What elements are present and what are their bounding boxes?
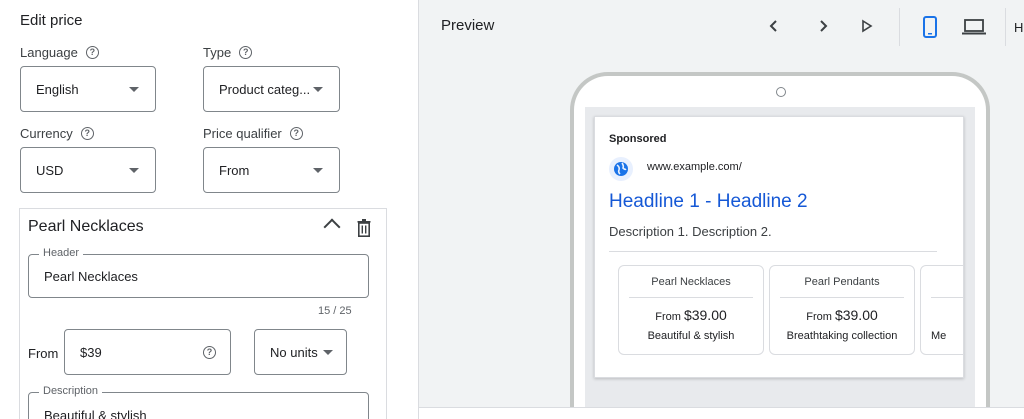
sitelink-card[interactable]: Pearl Necklaces From $39.00 Beautiful & … — [618, 265, 764, 355]
header-value: Pearl Necklaces — [44, 269, 138, 284]
price-value: $39 — [80, 345, 102, 360]
language-label-row: Language ? — [20, 45, 99, 60]
sitelink-qualifier: From — [806, 311, 832, 323]
language-select-value: English — [36, 81, 79, 97]
qualifier-label-row: Price qualifier ? — [203, 126, 303, 141]
language-select[interactable]: English — [20, 66, 156, 112]
sitelink-card[interactable]: Me — [920, 265, 963, 355]
currency-select[interactable]: USD — [20, 147, 156, 193]
price-input[interactable]: $39 ? — [64, 329, 231, 375]
divider — [931, 297, 963, 298]
currency-label-row: Currency ? — [20, 126, 94, 141]
ad-preview-card: Sponsored www.example.com/ Headline 1 - … — [594, 116, 964, 378]
language-label: Language — [20, 45, 78, 60]
dropdown-arrow-icon — [313, 168, 323, 173]
trash-icon[interactable] — [357, 219, 371, 237]
preview-footer — [419, 407, 1024, 419]
description-field[interactable]: Description Beautiful & stylish — [28, 385, 369, 419]
type-select[interactable]: Product categ... — [203, 66, 340, 112]
toolbar-divider — [1005, 8, 1006, 46]
price-item-title: Pearl Necklaces — [28, 218, 144, 235]
sitelink-qualifier: From — [655, 311, 681, 323]
price-qualifier-select[interactable]: From — [203, 147, 340, 193]
desktop-icon[interactable] — [962, 19, 986, 35]
phone-camera — [776, 87, 786, 97]
ad-description: Description 1. Description 2. — [609, 224, 772, 239]
description-legend: Description — [39, 385, 103, 397]
header-char-counter: 15 / 25 — [318, 305, 352, 317]
units-select[interactable]: No units — [254, 329, 347, 375]
header-legend: Header — [39, 247, 84, 259]
dropdown-arrow-icon — [129, 87, 139, 92]
type-label: Type — [203, 45, 232, 60]
sitelink-price: $39.00 — [834, 307, 878, 323]
chevron-left-icon[interactable] — [769, 18, 779, 34]
chevron-right-icon[interactable] — [818, 18, 828, 34]
phone-frame: Sponsored www.example.com/ Headline 1 - … — [570, 72, 990, 412]
sitelink-header: Pearl Pendants — [804, 276, 880, 288]
sitelink-description: Me — [931, 330, 947, 342]
overflow-text: Hi — [1014, 20, 1024, 35]
sitelink-card[interactable]: Pearl Pendants From $39.00 Breathtaking … — [769, 265, 915, 355]
preview-title: Preview — [441, 17, 495, 34]
dropdown-arrow-icon — [323, 350, 333, 355]
preview-panel: Preview Hi Sponsored ww — [418, 0, 1024, 419]
currency-label: Currency — [20, 126, 73, 141]
ad-headline[interactable]: Headline 1 - Headline 2 — [609, 191, 808, 213]
price-qualifier-value: From — [219, 162, 250, 178]
divider — [609, 251, 937, 252]
sitelink-description: Breathtaking collection — [786, 330, 898, 342]
play-icon[interactable] — [861, 18, 873, 34]
phone-screen: Sponsored www.example.com/ Headline 1 - … — [585, 107, 975, 407]
globe-icon — [609, 157, 633, 181]
description-value: Beautiful & stylish — [44, 408, 147, 419]
help-circle-icon[interactable]: ? — [289, 127, 303, 140]
divider — [629, 297, 753, 298]
sitelink-description: Beautiful & stylish — [647, 330, 735, 342]
help-circle-icon[interactable]: ? — [203, 346, 216, 359]
divider — [780, 297, 904, 298]
price-item-card: Pearl Necklaces Header Pearl Necklaces 1… — [19, 208, 387, 419]
currency-select-value: USD — [36, 162, 64, 178]
edit-price-panel: Edit price Language ? English Type ? Pro… — [0, 0, 418, 419]
mobile-icon[interactable] — [923, 16, 937, 38]
sitelink-price-row: From $39.00 — [619, 307, 763, 323]
sitelink-price-row: From $39.00 — [770, 307, 914, 323]
help-circle-icon[interactable]: ? — [85, 46, 99, 59]
toolbar-divider — [899, 8, 900, 46]
type-label-row: Type ? — [203, 45, 253, 60]
sitelink-header: Pearl Necklaces — [651, 276, 731, 288]
sitelink-price: $39.00 — [683, 307, 727, 323]
dropdown-arrow-icon — [129, 168, 139, 173]
chevron-up-icon[interactable] — [323, 218, 341, 236]
from-label: From — [28, 346, 59, 361]
units-value: No units — [270, 344, 318, 360]
header-field[interactable]: Header Pearl Necklaces — [28, 247, 369, 298]
panel-title: Edit price — [20, 12, 83, 29]
price-qualifier-label: Price qualifier — [203, 126, 282, 141]
dropdown-arrow-icon — [313, 87, 323, 92]
type-select-value: Product categ... — [219, 81, 311, 97]
sponsored-label: Sponsored — [609, 133, 667, 145]
help-circle-icon[interactable]: ? — [80, 127, 94, 140]
ad-url: www.example.com/ — [647, 161, 742, 173]
help-circle-icon[interactable]: ? — [239, 46, 253, 59]
